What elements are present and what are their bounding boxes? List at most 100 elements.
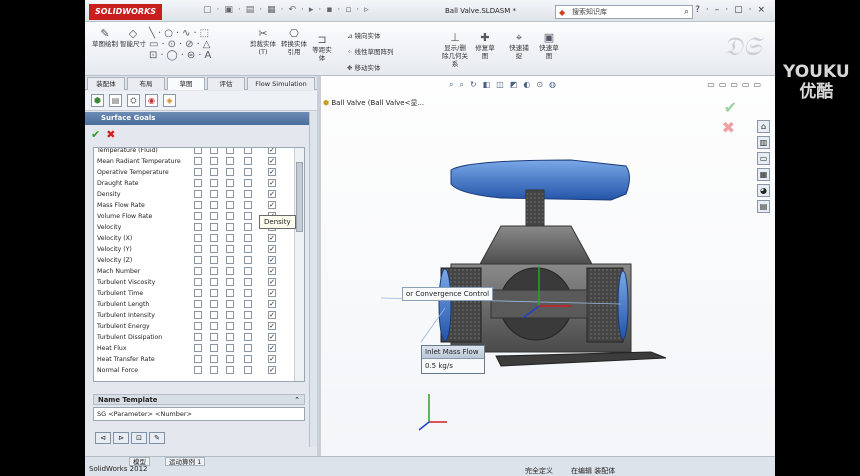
goals-scroll-thumb[interactable] [296,162,303,232]
goal-checkbox[interactable] [210,212,218,220]
repair-sketch-button[interactable]: ✚ 修复草图 [473,32,497,61]
goal-checkbox[interactable]: ✓ [268,168,276,176]
goal-checkbox[interactable] [194,168,202,176]
goal-checkbox[interactable] [244,355,252,363]
goal-checkbox[interactable] [210,148,218,154]
sketch-tools-grid[interactable]: ╲·○·∿·⬚ ▭·⊙·⊘·△ ⊡·◯·⊜·A [149,28,214,61]
goal-checkbox[interactable]: ✓ [268,322,276,330]
goal-row[interactable]: Turbulent Intensity ✓ [94,310,294,321]
goal-row[interactable]: Turbulent Length ✓ [94,299,294,310]
smart-dimension-button[interactable]: ◇ 智能尺寸 [119,28,147,49]
goal-checkbox[interactable] [194,278,202,286]
goal-checkbox[interactable] [226,333,234,341]
tab-layout[interactable]: 布局 [127,77,165,90]
goal-row[interactable]: Operative Temperature ✓ [94,167,294,178]
goal-checkbox[interactable]: ✓ [268,355,276,363]
goal-checkbox[interactable] [244,366,252,374]
goal-checkbox[interactable] [244,267,252,275]
goal-checkbox[interactable] [226,322,234,330]
goal-row[interactable]: Mass Flow Rate ✓ [94,200,294,211]
goal-checkbox[interactable] [194,344,202,352]
goal-checkbox[interactable] [194,190,202,198]
goal-row[interactable]: Mean Radiant Temperature ✓ [94,156,294,167]
goal-checkbox[interactable] [226,234,234,242]
goal-checkbox[interactable] [244,234,252,242]
goal-checkbox[interactable]: ✓ [268,190,276,198]
goal-checkbox[interactable] [210,157,218,165]
collapse-chevron-icon[interactable]: ⌃ [294,395,300,406]
goal-row[interactable]: Normal Force ✓ [94,365,294,376]
linear-pattern-button[interactable]: ⁘ 线性草图阵列 [347,46,394,56]
goal-checkbox[interactable] [226,278,234,286]
tab-evaluate[interactable]: 评估 [207,77,245,90]
goal-checkbox[interactable] [210,322,218,330]
goal-checkbox[interactable] [244,190,252,198]
goal-checkbox[interactable] [244,300,252,308]
goal-checkbox[interactable] [194,289,202,297]
convergence-control-callout[interactable]: or Convergence Control [402,287,494,301]
goal-checkbox[interactable]: ✓ [268,366,276,374]
name-template-input[interactable]: SG <Parameter> <Number> [93,407,305,421]
goal-checkbox[interactable] [210,278,218,286]
goal-checkbox[interactable] [226,157,234,165]
convert-entities-button[interactable]: ⎔ 转换实体引用 [279,28,309,57]
goal-checkbox[interactable] [194,333,202,341]
goal-checkbox[interactable] [244,278,252,286]
window-controls[interactable]: ?·–·▢·× [695,5,771,15]
graphics-area[interactable]: ⌕⌕↻◧◫◩◐⊙◍ ▭▭▭▭▭ ⬢ Ball Valve (Ball Valve… [321,76,775,456]
goal-row[interactable]: Density ✓ [94,189,294,200]
goal-checkbox[interactable] [244,333,252,341]
insert-custom-button[interactable]: ✎ [149,432,165,444]
goal-checkbox[interactable] [226,300,234,308]
magnifier-icon[interactable]: ⌕ [684,6,689,18]
goal-checkbox[interactable] [194,256,202,264]
quick-access-toolbar[interactable]: ▢·▣·▤·▦·↶·▸·▪·▫·▹ [203,5,374,15]
panel-scrollbar[interactable] [309,112,317,447]
goal-checkbox[interactable] [244,148,252,154]
cancel-x-icon[interactable]: ✖ [106,128,115,141]
goal-checkbox[interactable] [244,245,252,253]
ball-valve-model[interactable] [321,76,775,456]
goal-checkbox[interactable] [210,300,218,308]
ok-check-icon[interactable]: ✔ [91,128,100,141]
goal-checkbox[interactable] [244,289,252,297]
goal-checkbox[interactable] [194,311,202,319]
goal-checkbox[interactable] [210,333,218,341]
goal-checkbox[interactable] [226,267,234,275]
goal-checkbox[interactable] [244,179,252,187]
goal-checkbox[interactable] [244,322,252,330]
goal-checkbox[interactable]: ✓ [268,148,276,154]
mirror-entities-button[interactable]: ⊿ 镜向实体 [347,30,381,40]
goal-checkbox[interactable] [210,355,218,363]
insert-name-button[interactable]: ⊡ [131,432,147,444]
quick-snaps-button[interactable]: ⌖ 快速捕捉 [507,32,531,61]
goal-checkbox[interactable] [226,168,234,176]
property-manager-icon[interactable]: ▤ [109,94,122,107]
goal-checkbox[interactable]: ✓ [268,201,276,209]
goal-checkbox[interactable]: ✓ [268,157,276,165]
goal-row[interactable]: Turbulent Viscosity ✓ [94,277,294,288]
goal-checkbox[interactable] [194,201,202,209]
goal-checkbox[interactable] [194,212,202,220]
goal-checkbox[interactable] [226,289,234,297]
goal-checkbox[interactable] [194,234,202,242]
goal-row[interactable]: Velocity (X) ✓ [94,233,294,244]
goal-checkbox[interactable] [210,245,218,253]
goal-checkbox[interactable] [226,179,234,187]
goal-checkbox[interactable] [244,344,252,352]
goal-row[interactable]: Draught Rate ✓ [94,178,294,189]
goal-checkbox[interactable] [194,157,202,165]
goal-checkbox[interactable] [194,223,202,231]
name-template-header[interactable]: Name Template ⌃ [93,394,305,405]
display-manager-icon[interactable]: ◉ [145,94,158,107]
goal-checkbox[interactable] [244,201,252,209]
goal-checkbox[interactable] [210,267,218,275]
sketch-button[interactable]: ✎ 草图绘制 [91,28,119,49]
goal-row[interactable]: Turbulent Time ✓ [94,288,294,299]
goal-checkbox[interactable] [244,168,252,176]
goal-checkbox[interactable] [210,289,218,297]
goal-checkbox[interactable] [210,201,218,209]
tab-flow-simulation[interactable]: Flow Simulation [247,77,315,90]
goal-checkbox[interactable]: ✓ [268,344,276,352]
inlet-mass-flow-callout[interactable]: Inlet Mass Flow 0.5 kg/s [421,345,485,374]
